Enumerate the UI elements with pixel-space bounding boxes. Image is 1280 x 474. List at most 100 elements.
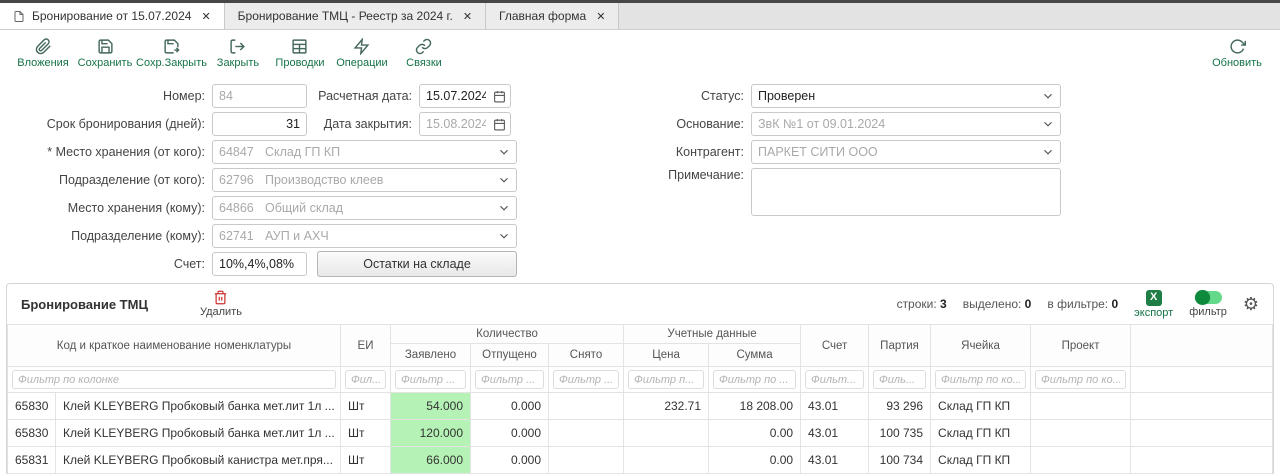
filter-input-unit[interactable] xyxy=(345,370,386,389)
chevron-down-icon[interactable] xyxy=(497,145,511,159)
cell-batch[interactable]: 100 734 xyxy=(869,447,931,474)
cell-unit[interactable]: Шт xyxy=(341,420,391,447)
number-input[interactable] xyxy=(212,84,307,108)
chevron-down-icon[interactable] xyxy=(1041,89,1055,103)
column-header-project[interactable]: Проект xyxy=(1031,325,1131,367)
cell-removed[interactable] xyxy=(549,420,624,447)
filter-input-amount[interactable] xyxy=(713,370,796,389)
table-row[interactable]: 65831 Клей KLEYBERG Пробковый канистра м… xyxy=(8,447,1273,474)
note-textarea[interactable] xyxy=(751,168,1061,216)
account-input[interactable] xyxy=(212,252,307,276)
status-select[interactable]: Проверен xyxy=(751,84,1061,108)
close-icon[interactable]: ✕ xyxy=(201,10,210,23)
links-button[interactable]: Связки xyxy=(393,31,455,75)
calendar-icon[interactable] xyxy=(493,90,506,103)
filter-input-account[interactable] xyxy=(805,370,864,389)
column-header-released[interactable]: Отпущено xyxy=(471,344,549,367)
filter-input-item[interactable] xyxy=(12,370,336,389)
reserve-days-input[interactable] xyxy=(212,112,307,136)
postings-button[interactable]: Проводки xyxy=(269,31,331,75)
cell-code[interactable]: 65830 xyxy=(8,420,56,447)
chevron-down-icon[interactable] xyxy=(497,229,511,243)
operations-button[interactable]: Операции xyxy=(331,31,393,75)
refresh-button[interactable]: Обновить xyxy=(1206,31,1268,75)
cell-batch[interactable]: 100 735 xyxy=(869,420,931,447)
close-document-button[interactable]: Закрыть xyxy=(207,31,269,75)
cell-account[interactable]: 43.01 xyxy=(801,420,869,447)
table-row[interactable]: 65830 Клей KLEYBERG Пробковый банка мет.… xyxy=(8,420,1273,447)
tab-tmc-register[interactable]: Бронирование ТМЦ - Реестр за 2024 г. ✕ xyxy=(225,3,486,29)
filter-input-project[interactable] xyxy=(1035,370,1126,389)
chevron-down-icon[interactable] xyxy=(1041,117,1055,131)
department-from-combobox[interactable]: 62796 Производство клеев xyxy=(212,168,517,192)
cell-cell[interactable]: Склад ГП КП xyxy=(931,420,1031,447)
cell-name[interactable]: Клей KLEYBERG Пробковый банка мет.лит 1л… xyxy=(56,393,341,420)
cell-name[interactable]: Клей KLEYBERG Пробковый банка мет.лит 1л… xyxy=(56,420,341,447)
cell-requested[interactable]: 66.000 xyxy=(391,447,471,474)
close-icon[interactable]: ✕ xyxy=(596,10,605,23)
department-to-combobox[interactable]: 62741 АУП и АХЧ xyxy=(212,224,517,248)
save-close-button[interactable]: Сохр.Закрыть xyxy=(136,31,207,75)
table-row[interactable]: 65830 Клей KLEYBERG Пробковый банка мет.… xyxy=(8,393,1273,420)
chevron-down-icon[interactable] xyxy=(1041,145,1055,159)
storage-from-combobox[interactable]: 64847 Склад ГП КП xyxy=(212,140,517,164)
storage-to-combobox[interactable]: 64866 Общий склад xyxy=(212,196,517,220)
chevron-down-icon[interactable] xyxy=(497,201,511,215)
filter-input-released[interactable] xyxy=(475,370,544,389)
filter-input-batch[interactable] xyxy=(873,370,926,389)
cell-price[interactable]: 232.71 xyxy=(624,393,709,420)
contractor-select[interactable]: ПАРКЕТ СИТИ ООО xyxy=(751,140,1061,164)
cell-project[interactable] xyxy=(1031,447,1131,474)
cell-released[interactable]: 0.000 xyxy=(471,420,549,447)
cell-project[interactable] xyxy=(1031,393,1131,420)
gear-icon[interactable]: ⚙ xyxy=(1243,295,1259,313)
column-header-cell[interactable]: Ячейка xyxy=(931,325,1031,367)
filter-toggle[interactable]: фильтр xyxy=(1189,291,1227,318)
close-icon[interactable]: ✕ xyxy=(463,10,472,23)
cell-code[interactable]: 65831 xyxy=(8,447,56,474)
column-header-batch[interactable]: Партия xyxy=(869,325,931,367)
toggle-switch-icon[interactable] xyxy=(1195,291,1222,304)
calc-date-input[interactable] xyxy=(420,89,486,103)
cell-account[interactable]: 43.01 xyxy=(801,393,869,420)
save-button[interactable]: Сохранить xyxy=(74,31,136,75)
filter-input-cell[interactable] xyxy=(935,370,1026,389)
cell-project[interactable] xyxy=(1031,420,1131,447)
cell-unit[interactable]: Шт xyxy=(341,447,391,474)
cell-code[interactable]: 65830 xyxy=(8,393,56,420)
tab-main-form[interactable]: Главная форма ✕ xyxy=(486,3,619,29)
cell-removed[interactable] xyxy=(549,393,624,420)
cell-amount[interactable]: 18 208.00 xyxy=(709,393,801,420)
close-date-input[interactable] xyxy=(420,117,486,131)
calendar-icon[interactable] xyxy=(493,118,506,131)
column-header-price[interactable]: Цена xyxy=(624,344,709,367)
filter-input-removed[interactable] xyxy=(553,370,619,389)
cell-cell[interactable]: Склад ГП КП xyxy=(931,447,1031,474)
column-header-item[interactable]: Код и краткое наименование номенклатуры xyxy=(8,325,341,367)
column-header-account[interactable]: Счет xyxy=(801,325,869,367)
stock-balance-button[interactable]: Остатки на складе xyxy=(317,251,517,277)
column-header-removed[interactable]: Снято xyxy=(549,344,624,367)
cell-price[interactable] xyxy=(624,420,709,447)
cell-released[interactable]: 0.000 xyxy=(471,447,549,474)
cell-batch[interactable]: 93 296 xyxy=(869,393,931,420)
cell-released[interactable]: 0.000 xyxy=(471,393,549,420)
cell-amount[interactable]: 0.00 xyxy=(709,447,801,474)
cell-name[interactable]: Клей KLEYBERG Пробковый канистра мет.пря… xyxy=(56,447,341,474)
cell-amount[interactable]: 0.00 xyxy=(709,420,801,447)
cell-requested[interactable]: 120.000 xyxy=(391,420,471,447)
filter-input-requested[interactable] xyxy=(395,370,466,389)
chevron-down-icon[interactable] xyxy=(497,173,511,187)
attachments-button[interactable]: Вложения xyxy=(12,31,74,75)
column-header-amount[interactable]: Сумма xyxy=(709,344,801,367)
cell-unit[interactable]: Шт xyxy=(341,393,391,420)
cell-cell[interactable]: Склад ГП КП xyxy=(931,393,1031,420)
cell-requested[interactable]: 54.000 xyxy=(391,393,471,420)
basis-select[interactable]: ЗвК №1 от 09.01.2024 xyxy=(751,112,1061,136)
cell-account[interactable]: 43.01 xyxy=(801,447,869,474)
column-header-requested[interactable]: Заявлено xyxy=(391,344,471,367)
cell-price[interactable] xyxy=(624,447,709,474)
tab-reservation-document[interactable]: Бронирование от 15.07.2024 ✕ xyxy=(0,3,225,29)
column-header-unit[interactable]: ЕИ xyxy=(341,325,391,367)
cell-removed[interactable] xyxy=(549,447,624,474)
